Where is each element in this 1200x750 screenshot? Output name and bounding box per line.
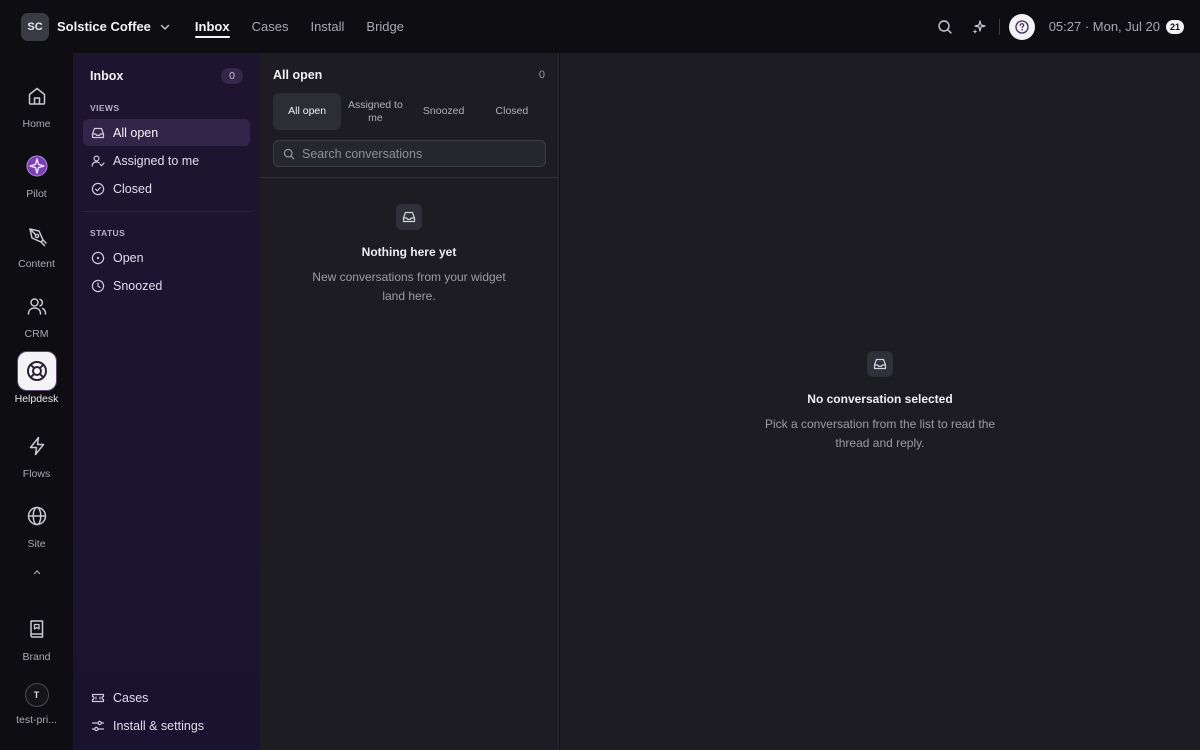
list-count: 0 [538, 69, 545, 81]
ticket-icon [91, 691, 105, 705]
search-icon [283, 148, 295, 160]
tab-closed[interactable]: Closed [478, 93, 546, 130]
inbox-icon [867, 351, 893, 377]
footer-cases[interactable]: Cases [83, 684, 250, 711]
tab-assigned-to-me[interactable]: Assigned to me [341, 93, 409, 130]
rail-item-content[interactable]: Content [0, 217, 73, 270]
rail-label-helpdesk: Helpdesk [14, 393, 59, 405]
topnav-inbox[interactable]: Inbox [194, 16, 230, 38]
status-label: Snoozed [113, 278, 163, 293]
rail-label-site: Site [27, 538, 46, 550]
rail-item-flows[interactable]: Flows [0, 427, 73, 480]
help-button[interactable] [1008, 13, 1035, 40]
list-tabs: All open Assigned to me Snoozed Closed [273, 93, 546, 130]
empty-description: Pick a conversation from the list to rea… [764, 417, 996, 450]
tab-snoozed[interactable]: Snoozed [410, 93, 478, 130]
search-icon[interactable] [934, 16, 956, 38]
rail-label-content: Content [18, 258, 55, 270]
rail-label-flows: Flows [22, 468, 51, 480]
footer-label: Cases [113, 690, 149, 705]
conversation-list: All open 0 All open Assigned to me Snooz… [260, 53, 559, 750]
sparkle-icon[interactable] [968, 16, 990, 38]
status-label: Open [113, 250, 144, 265]
sliders-icon [91, 719, 105, 733]
status-open[interactable]: Open [83, 244, 250, 271]
chevron-up-icon [32, 567, 42, 577]
top-bar: SC Solstice Coffee Inbox Cases Install B… [0, 0, 1200, 53]
home-icon [18, 77, 56, 115]
rail-user-label: test-pri... [16, 714, 57, 726]
view-closed[interactable]: Closed [83, 175, 250, 202]
empty-title: No conversation selected [807, 392, 953, 406]
check-circle-icon [91, 182, 105, 196]
rail-label-brand: Brand [22, 651, 51, 663]
rail-item-pilot[interactable]: Pilot [0, 147, 73, 200]
empty-title: Nothing here yet [361, 245, 457, 259]
users-icon [18, 287, 56, 325]
lifebuoy-icon [17, 352, 56, 390]
rail-item-home[interactable]: Home [0, 77, 73, 130]
topnav-bridge[interactable]: Bridge [366, 16, 404, 38]
clock-icon [91, 279, 105, 293]
list-title: All open [273, 68, 323, 82]
conversation-detail: No conversation selected Pick a conversa… [560, 53, 1200, 750]
book-icon [18, 610, 56, 648]
notification-badge[interactable]: 21 [1165, 19, 1184, 34]
workspace-avatar: SC [21, 12, 49, 41]
workspace-name: Solstice Coffee [57, 19, 151, 34]
rail-label-home: Home [22, 118, 51, 130]
chevron-down-icon [159, 21, 171, 33]
avatar: T [24, 683, 49, 707]
rail-label-crm: CRM [24, 328, 49, 340]
sidebar-divider [83, 211, 250, 212]
inbox-sidebar: Inbox 0 VIEWS All open Assigned to me Cl… [73, 53, 260, 750]
toolbar-divider [998, 18, 1000, 35]
pilot-icon [18, 147, 56, 185]
pen-icon [18, 217, 56, 255]
search-input[interactable] [302, 146, 532, 161]
globe-icon [18, 497, 56, 535]
status-snoozed[interactable]: Snoozed [83, 272, 250, 299]
rail-collapse-toggle[interactable] [0, 567, 73, 577]
view-assigned-to-me[interactable]: Assigned to me [83, 147, 250, 174]
inbox-icon [91, 126, 105, 140]
inbox-title: Inbox [90, 69, 124, 83]
rail-item-helpdesk[interactable]: Helpdesk [0, 352, 73, 405]
tab-all-open[interactable]: All open [273, 93, 342, 130]
user-check-icon [91, 154, 105, 168]
list-divider [260, 177, 558, 178]
rail-label-pilot: Pilot [26, 188, 47, 200]
status-heading: STATUS [90, 228, 126, 238]
footer-install-settings[interactable]: Install & settings [83, 712, 250, 739]
view-all-open[interactable]: All open [83, 119, 250, 146]
clock-text: 05:27 · Mon, Jul 20 [1048, 19, 1160, 34]
footer-label: Install & settings [113, 718, 205, 733]
topnav-install[interactable]: Install [310, 16, 344, 38]
view-label: Assigned to me [113, 153, 200, 168]
search-box [273, 140, 546, 167]
detail-empty-state: No conversation selected Pick a conversa… [560, 351, 1200, 453]
workspace-switcher[interactable]: SC Solstice Coffee [21, 12, 171, 41]
rail-item-site[interactable]: Site [0, 497, 73, 550]
inbox-count-badge: 0 [221, 68, 243, 84]
views-heading: VIEWS [90, 103, 120, 113]
topnav-cases[interactable]: Cases [252, 16, 289, 38]
open-circle-icon [91, 251, 105, 265]
top-nav: Inbox Cases Install Bridge [194, 0, 426, 53]
lightning-icon [18, 427, 56, 465]
view-label: All open [113, 125, 159, 140]
question-icon [1015, 19, 1029, 34]
rail-user-menu[interactable]: T test-pri... [0, 683, 73, 726]
list-empty-state: Nothing here yet New conversations from … [260, 204, 558, 306]
inbox-icon [396, 204, 422, 230]
view-label: Closed [113, 181, 152, 196]
rail-item-crm[interactable]: CRM [0, 287, 73, 340]
app-rail: Home Pilot Content CRM Helpdesk Flows Si… [0, 53, 73, 750]
empty-description: New conversations from your widget land … [312, 270, 506, 303]
rail-item-brand[interactable]: Brand [0, 610, 73, 663]
